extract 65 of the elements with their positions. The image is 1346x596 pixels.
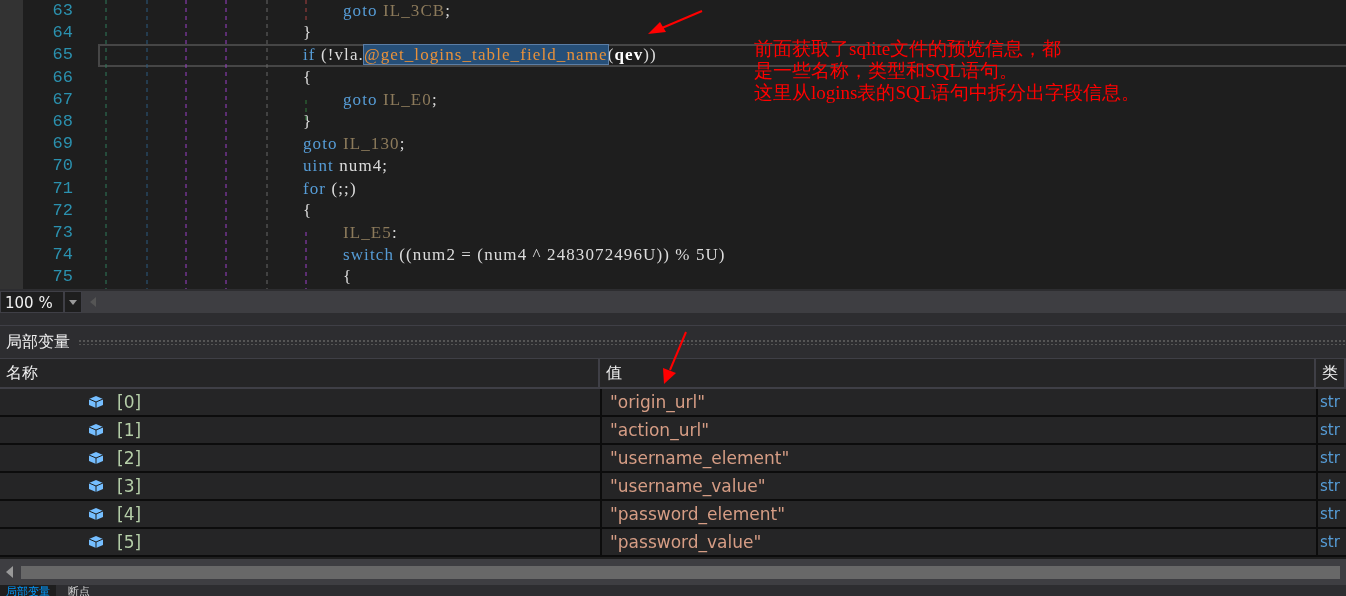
code-line: {: [343, 267, 353, 288]
caret-icon: [69, 299, 77, 305]
line-number: 67: [51, 88, 73, 111]
variable-name: [0]: [117, 392, 142, 412]
table-cell: str: [1316, 417, 1346, 443]
horizontal-scrollbar[interactable]: [82, 291, 1346, 313]
cube-icon: [88, 451, 104, 465]
table-cell: "username_element": [600, 445, 1316, 471]
panel-grip[interactable]: [78, 339, 1346, 345]
code-line: for (;;): [303, 178, 357, 199]
line-number: 75: [51, 266, 73, 289]
code-line: switch ((num2 = (num4 ^ 2483072496U)) % 5U): [343, 245, 726, 266]
annotation-arrow: [663, 331, 687, 384]
code-line: goto IL_3CB;: [343, 1, 452, 22]
table-cell: str: [1316, 501, 1346, 527]
table-cell: "action_url": [600, 417, 1316, 443]
variable-name: [1]: [117, 420, 142, 440]
panel-title: 局部变量: [6, 331, 70, 353]
variable-name: [2]: [117, 448, 142, 468]
code-line: goto IL_130;: [303, 134, 406, 155]
code-line: {: [303, 67, 313, 88]
table-cell: "password_element": [600, 501, 1316, 527]
zoom-dropdown-button[interactable]: [64, 291, 82, 313]
left-arrow-icon: [6, 566, 13, 578]
cube-icon: [88, 507, 104, 521]
scrollbar-thumb[interactable]: [21, 565, 1340, 579]
line-number: 74: [51, 244, 73, 267]
table-cell: str: [1316, 473, 1346, 499]
cube-icon: [88, 423, 104, 437]
line-number: 64: [51, 22, 73, 45]
annotation-note: 前面获取了sqlite文件的预览信息，都 是一些名称，类型和SQL语句。 这里从logins表的SQL语句中拆分出字段信息。: [754, 38, 1141, 104]
table-cell: "password_value": [600, 529, 1316, 555]
variable-name: [4]: [117, 504, 142, 524]
table-cell: str: [1316, 389, 1346, 415]
line-number: 63: [51, 0, 73, 22]
panel-tab[interactable]: 局部变量: [0, 585, 56, 596]
cube-icon: [88, 479, 104, 493]
line-number: 68: [51, 110, 73, 133]
zoom-field[interactable]: 100 %: [0, 291, 64, 313]
code-line: goto IL_E0;: [343, 89, 438, 110]
line-number: 66: [51, 66, 73, 89]
column-header[interactable]: 名称: [0, 359, 600, 387]
code-line: if (!vla.@get_logins_table_field_name(qev)): [303, 45, 657, 66]
code-line: uint num4;: [303, 156, 389, 177]
code-line: }: [303, 23, 313, 44]
line-number: 69: [51, 133, 73, 156]
variable-name: [5]: [117, 532, 142, 552]
table-cell: "username_value": [600, 473, 1316, 499]
variable-name: [3]: [117, 476, 142, 496]
line-number: 73: [51, 221, 73, 244]
line-number: 70: [51, 155, 73, 178]
cube-icon: [88, 395, 104, 409]
line-number: 71: [51, 177, 73, 200]
annotation-arrow: [648, 10, 703, 34]
table-cell: str: [1316, 445, 1346, 471]
column-header[interactable]: 类: [1316, 359, 1346, 387]
table-cell: "origin_url": [600, 389, 1316, 415]
table-cell: str: [1316, 529, 1346, 555]
horizontal-scrollbar[interactable]: [0, 559, 1346, 585]
code-line: IL_E5:: [343, 222, 398, 243]
code-line: }: [303, 112, 313, 133]
code-line: {: [303, 200, 313, 221]
cube-icon: [88, 535, 104, 549]
line-number: 72: [51, 199, 73, 222]
line-number: 65: [51, 44, 73, 67]
